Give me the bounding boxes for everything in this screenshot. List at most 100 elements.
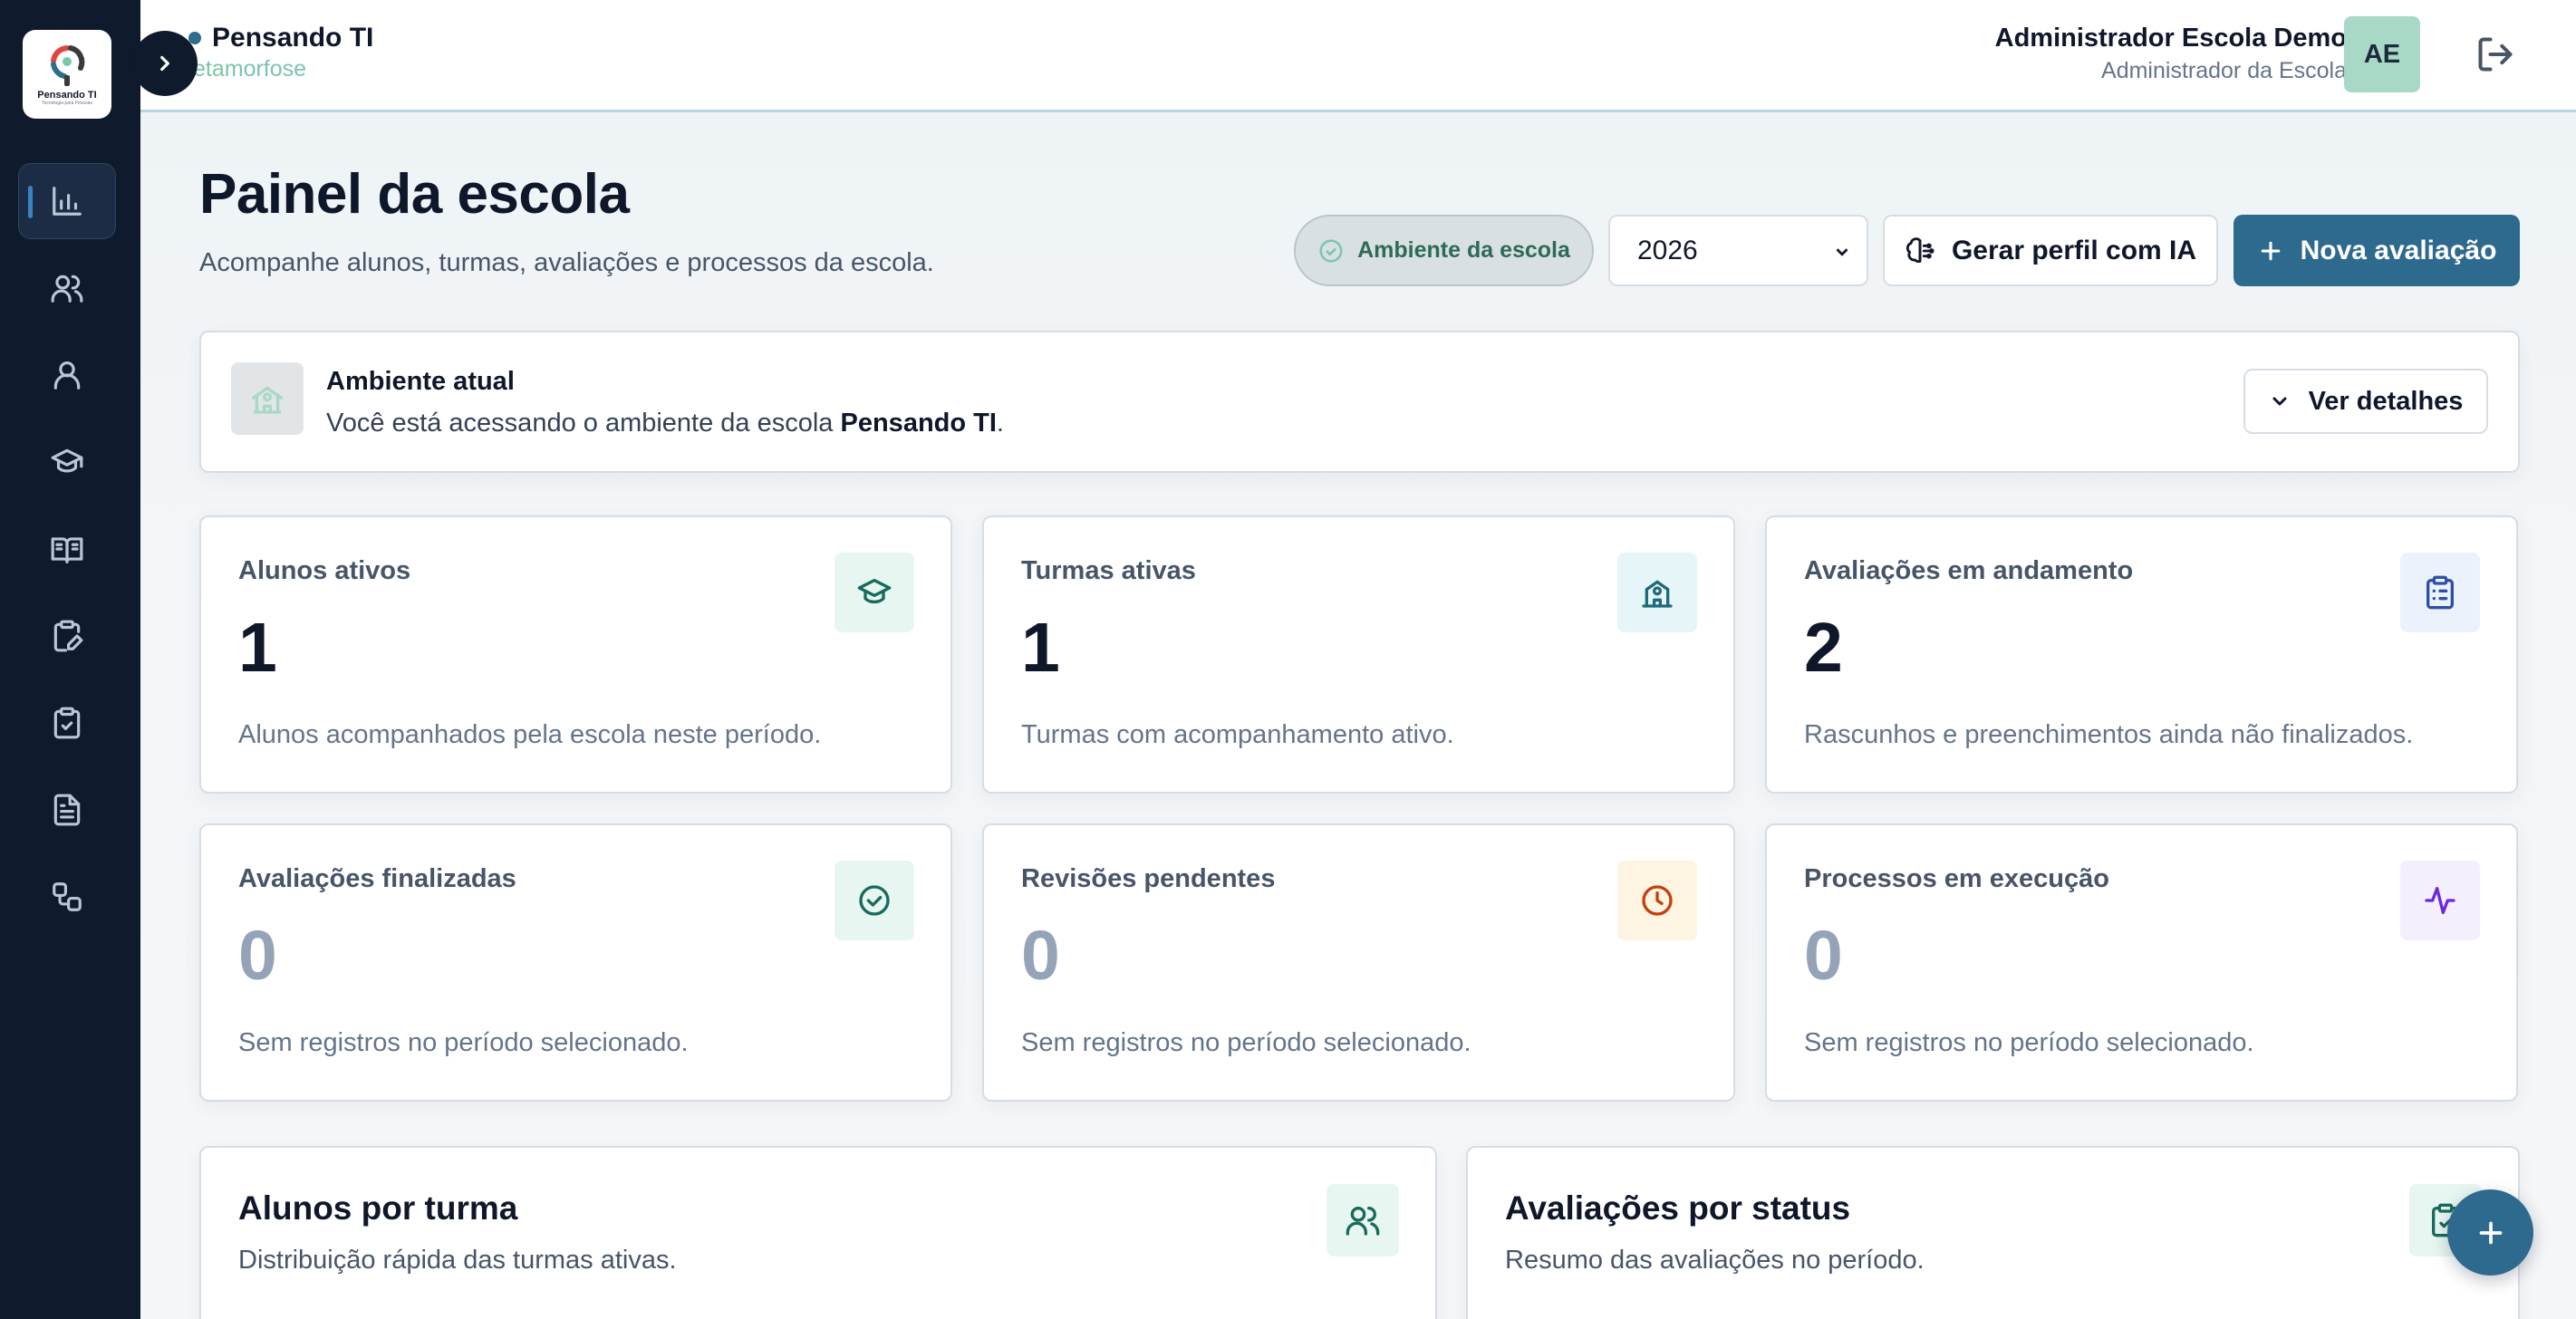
check-circle-icon <box>1319 239 1343 262</box>
stat-value: 0 <box>1804 917 1843 995</box>
stat-value: 0 <box>1021 917 1060 995</box>
stat-label: Avaliações finalizadas <box>238 864 516 893</box>
stat-description: Rascunhos e preenchimentos ainda não fin… <box>1804 720 2414 749</box>
logo-subcaption: Tecnologia para Pessoas <box>42 101 92 106</box>
stat-label: Revisões pendentes <box>1021 864 1276 893</box>
user-role: Administrador da Escola <box>2101 58 2347 83</box>
chevron-down-icon <box>1836 248 1848 256</box>
stat-description: Sem registros no período selecionado. <box>1804 1028 2254 1057</box>
sidebar-item-classes[interactable] <box>18 424 116 500</box>
stat-icon-box <box>2400 553 2480 632</box>
environment-pill-label: Ambiente da escola <box>1357 237 1570 263</box>
brand-subtitle: etamorfose <box>193 56 307 82</box>
users-icon <box>1346 1207 1380 1236</box>
panel-subtitle: Resumo das avaliações no período. <box>1505 1246 1925 1275</box>
clock-icon <box>1642 885 1673 916</box>
year-select-value: 2026 <box>1637 235 1698 265</box>
file-text-icon <box>53 794 81 826</box>
top-bar: Pensando TI etamorfose Administrador Esc… <box>140 0 2576 112</box>
stat-value: 2 <box>1804 609 1843 687</box>
bar-chart-icon <box>53 187 82 216</box>
user-name: Administrador Escola Demo <box>1994 24 2347 53</box>
sidebar-item-evaluations[interactable] <box>18 598 116 674</box>
logout-button[interactable] <box>2475 34 2515 74</box>
current-school-name: Pensando TI <box>840 409 997 438</box>
new-evaluation-button[interactable]: Nova avaliação <box>2233 215 2520 286</box>
main-content: Painel da escola Acompanhe alunos, turma… <box>140 112 2576 1319</box>
sidebar: Pensando TI Tecnologia para Pessoas <box>0 0 140 1319</box>
stat-card-pending-reviews: Revisões pendentes 0 Sem registros no pe… <box>982 823 1735 1102</box>
users-icon <box>51 274 83 303</box>
panel-title: Alunos por turma <box>238 1189 518 1227</box>
stat-card-active-students: Alunos ativos 1 Alunos acompanhados pela… <box>199 515 952 794</box>
logout-icon <box>2478 37 2513 72</box>
stat-description: Turmas com acompanhamento ativo. <box>1021 720 1454 749</box>
stat-value: 0 <box>238 917 277 995</box>
book-open-icon <box>51 537 83 563</box>
check-circle-icon <box>859 885 890 916</box>
stat-label: Turmas ativas <box>1021 556 1196 585</box>
floating-add-button[interactable] <box>2447 1189 2533 1276</box>
stat-icon-box <box>835 553 914 632</box>
app-logo[interactable]: Pensando TI Tecnologia para Pessoas <box>23 30 111 119</box>
panel-subtitle: Distribuição rápida das turmas ativas. <box>238 1246 677 1275</box>
stat-icon-box <box>2400 861 2480 940</box>
stat-description: Sem registros no período selecionado. <box>238 1028 689 1057</box>
sidebar-item-users[interactable] <box>18 250 116 326</box>
graduation-cap-icon <box>51 448 83 473</box>
brain-icon <box>1905 236 1934 263</box>
stat-description: Sem registros no período selecionado. <box>1021 1028 1471 1057</box>
current-environment-title: Ambiente atual <box>326 367 515 396</box>
year-select[interactable]: 2026 <box>1608 215 1868 286</box>
generate-profile-ai-button[interactable]: Gerar perfil com IA <box>1883 215 2218 286</box>
sidebar-item-checklists[interactable] <box>18 685 116 761</box>
sidebar-item-dashboard[interactable] <box>18 163 116 239</box>
view-details-button[interactable]: Ver detalhes <box>2243 369 2488 434</box>
sidebar-toggle-button[interactable] <box>132 31 198 96</box>
chevron-right-icon <box>160 55 169 72</box>
activity-icon <box>2425 887 2455 914</box>
current-environment-text: Você está acessando o ambiente da escola… <box>326 409 1004 438</box>
stat-label: Avaliações em andamento <box>1804 556 2134 585</box>
current-environment-suffix: . <box>996 409 1004 438</box>
clipboard-edit-icon <box>53 620 83 652</box>
chevron-down-icon <box>2272 397 2287 406</box>
students-by-class-panel: Alunos por turma Distribuição rápida das… <box>199 1146 1437 1319</box>
avatar[interactable]: AE <box>2344 16 2420 92</box>
panel-icon-box <box>1327 1184 1399 1256</box>
logo-mark-icon <box>51 45 85 86</box>
plus-icon <box>2479 1221 2502 1244</box>
stat-icon-box <box>835 861 914 940</box>
sidebar-item-documents[interactable] <box>18 772 116 848</box>
panel-title: Avaliações por status <box>1505 1189 1851 1227</box>
brand-name: Pensando TI <box>212 23 374 53</box>
sidebar-item-profile[interactable] <box>18 337 116 413</box>
workflow-icon <box>53 882 82 911</box>
generate-profile-ai-label: Gerar perfil com IA <box>1951 235 2197 265</box>
stat-value: 1 <box>238 609 277 687</box>
sidebar-item-library[interactable] <box>18 511 116 587</box>
user-icon <box>53 361 81 390</box>
page-subtitle: Acompanhe alunos, turmas, avaliações e p… <box>199 248 934 277</box>
school-icon <box>1642 580 1673 608</box>
logo-caption: Pensando TI <box>37 90 97 101</box>
stat-card-evaluations-in-progress: Avaliações em andamento 2 Rascunhos e pr… <box>1765 515 2518 794</box>
sidebar-item-workflows[interactable] <box>18 859 116 935</box>
stat-card-running-processes: Processos em execução 0 Sem registros no… <box>1765 823 2518 1102</box>
school-icon <box>251 386 284 414</box>
plus-icon <box>2261 241 2280 260</box>
evaluations-by-status-panel: Avaliações por status Resumo das avaliaç… <box>1466 1146 2520 1319</box>
environment-pill[interactable]: Ambiente da escola <box>1294 215 1594 286</box>
stat-label: Processos em execução <box>1804 864 2109 893</box>
stat-icon-box <box>1617 553 1697 632</box>
view-details-label: Ver detalhes <box>2308 386 2464 416</box>
stat-icon-box <box>1617 861 1697 940</box>
stat-label: Alunos ativos <box>238 556 411 585</box>
clipboard-check-icon <box>53 707 81 739</box>
stat-card-active-classes: Turmas ativas 1 Turmas com acompanhament… <box>982 515 1735 794</box>
stat-card-finished-evaluations: Avaliações finalizadas 0 Sem registros n… <box>199 823 952 1102</box>
clipboard-list-icon <box>2426 575 2454 610</box>
stat-description: Alunos acompanhados pela escola neste pe… <box>238 720 822 749</box>
new-evaluation-label: Nova avaliação <box>2300 235 2497 265</box>
stat-value: 1 <box>1021 609 1060 687</box>
